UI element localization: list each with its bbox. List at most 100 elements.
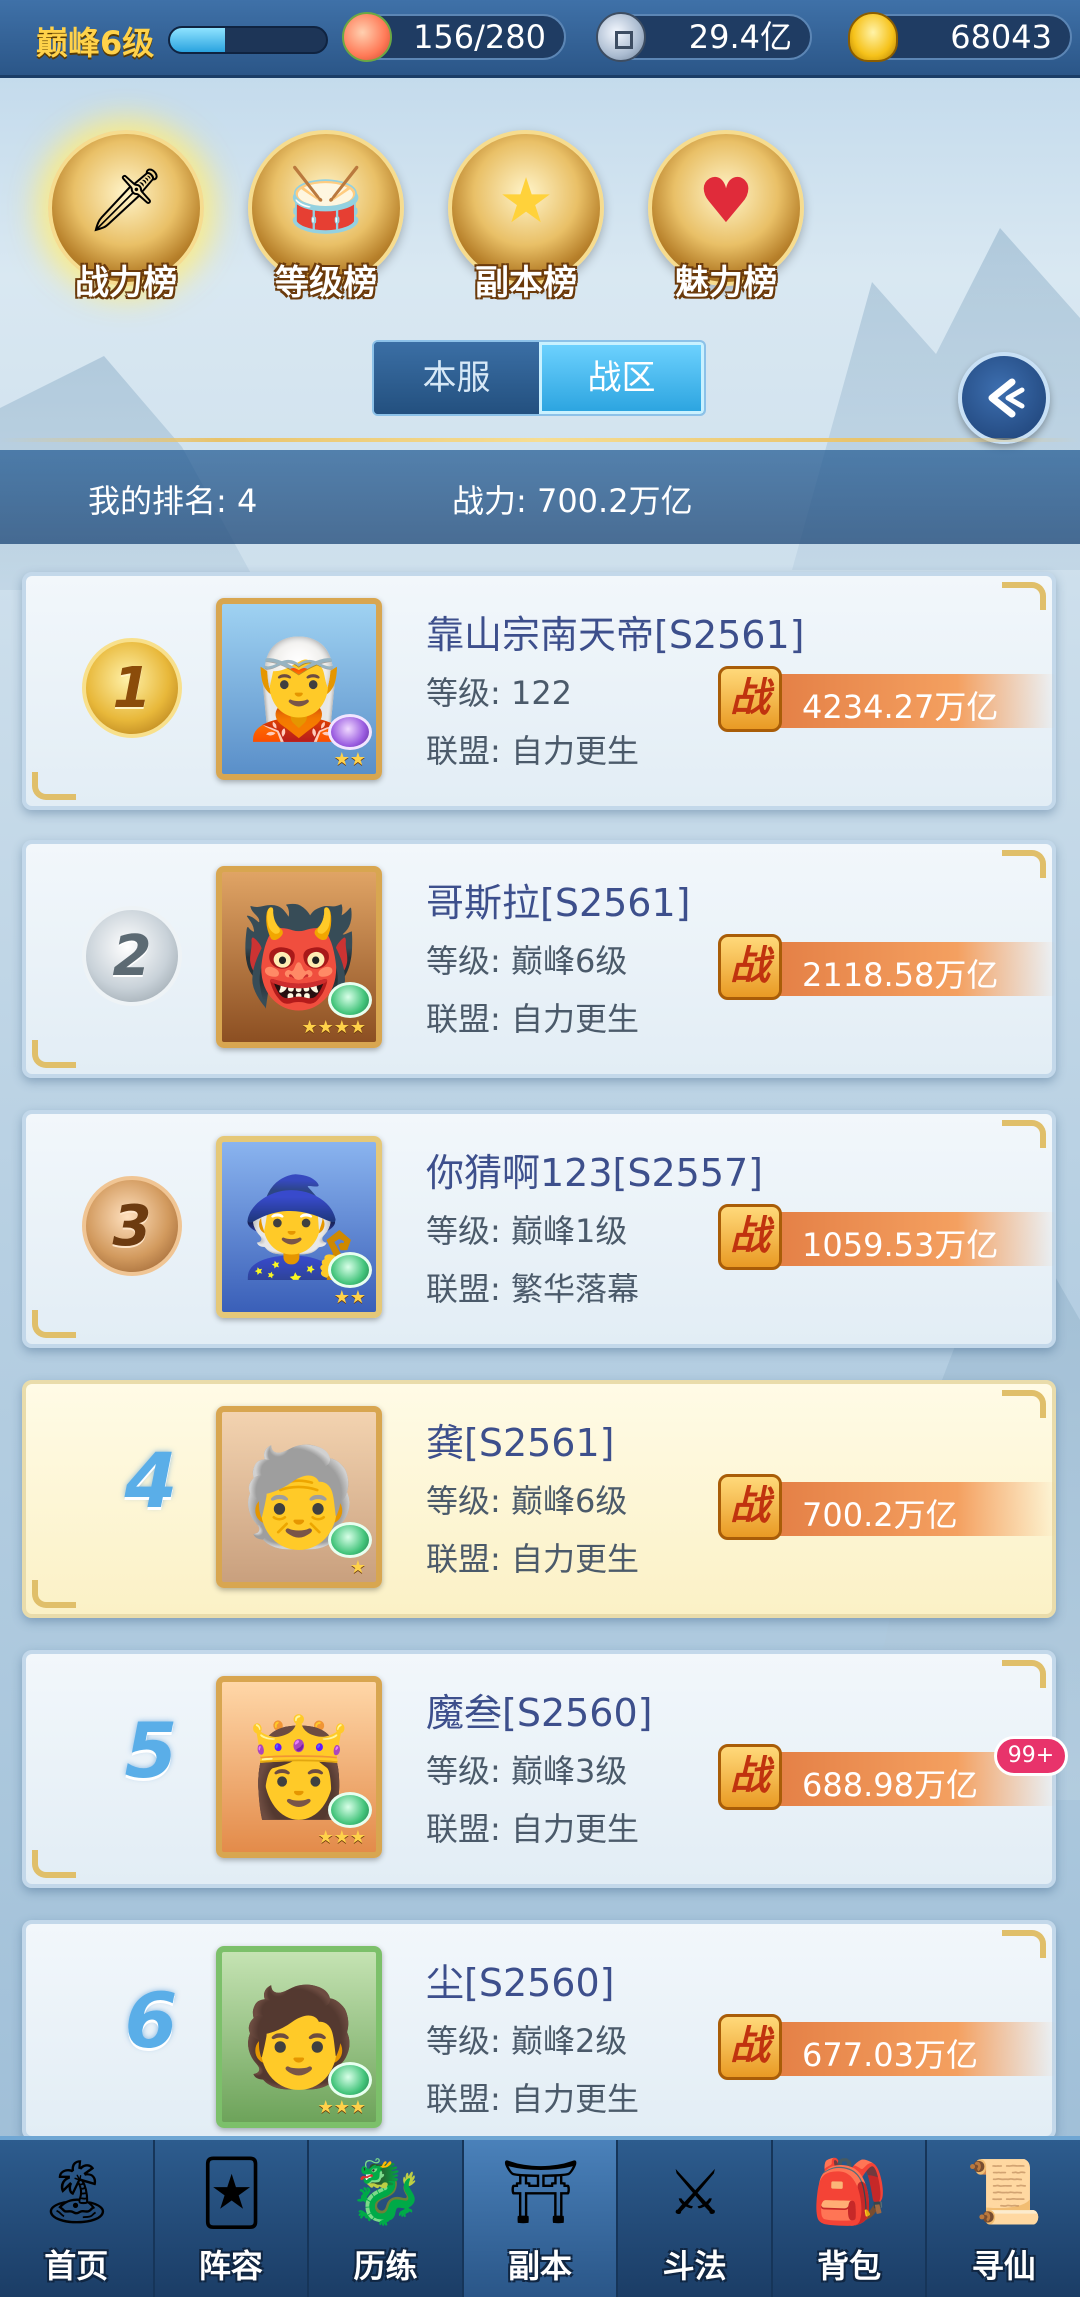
card-corner-ornament [1002,1120,1046,1148]
power-badge: 战 677.03万亿 [718,2014,1056,2080]
nav-label: 首页 [44,2247,109,2285]
server-scope-toggle: 本服 战区 [372,340,706,416]
power-badge: 战 700.2万亿 [718,1474,1056,1540]
nav-label: 斗法 [662,2247,727,2285]
sword-icon: 🗡 [86,163,166,236]
tab-label: 魅力榜 [675,263,777,303]
heart-icon: ♥ [698,163,754,237]
silver-resource[interactable]: 29.4亿 [596,12,812,62]
rank-gem-icon [328,1792,372,1828]
tab-charm-ranking[interactable]: ♥ 魅力榜 [636,130,816,310]
back-arrow-icon [988,378,1025,418]
crossed-swords-icon: ⚔ [667,2155,724,2229]
avatar[interactable]: 🧓 ★ [216,1406,382,1588]
peach-icon [342,12,392,62]
avatar[interactable]: 👹 ★★★★ [216,866,382,1048]
nav-training[interactable]: 🐉 历练 [309,2140,464,2297]
rank-gem-icon [328,982,372,1018]
avatar[interactable]: 🧑 ★★★ [216,1946,382,2128]
tab-label: 等级榜 [275,263,377,303]
tab-level-ranking[interactable]: 🥁 等级榜 [236,130,416,310]
rank-number: 5 [124,1706,178,1795]
player-name: 魔叁[S2560] [426,1691,653,1735]
card-corner-ornament [32,1310,76,1338]
nav-bag[interactable]: 🎒 背包 [773,2140,928,2297]
tab-power-ranking[interactable]: 🗡 战力榜 [36,130,216,310]
nav-lineup[interactable]: 🃏 阵容 [155,2140,310,2297]
power-value: 4234.27万亿 [802,688,999,726]
my-ranking-card[interactable]: 4 🧓 ★ 龚[S2561] 等级: 巅峰6级 联盟: 自力更生 战 700.2… [22,1380,1056,1618]
card-corner-ornament [32,1580,76,1608]
player-level: 等级: 122 [426,674,573,712]
star-rating: ★ [349,1557,366,1578]
dragon-icon: 🐉 [347,2155,425,2228]
star-rating: ★★ [333,749,366,770]
battle-icon: 战 [718,666,782,732]
player-alliance: 联盟: 自力更生 [426,1540,639,1578]
avatar[interactable]: 👸 ★★★ [216,1676,382,1858]
star-rating: ★★★ [317,2097,366,2118]
nav-home[interactable]: 🏝 首页 [0,2140,155,2297]
battle-icon: 战 [718,934,782,1000]
my-rank-text: 我的排名: 4 [88,482,258,520]
battle-icon: 战 [718,2014,782,2080]
cards-icon: 🃏 [199,2155,264,2229]
avatar[interactable]: 🧙 ★★ [216,1136,382,1318]
card-corner-ornament [1002,1390,1046,1418]
tab-dungeon-ranking[interactable]: ★ 副本榜 [436,130,616,310]
power-badge: 战 1059.53万亿 [718,1204,1056,1270]
rank-number: 6 [124,1976,178,2065]
notification-badge[interactable]: 99+ [994,1736,1068,1776]
rank-number: 4 [124,1436,178,1525]
player-level: 等级: 巅峰6级 [426,942,628,980]
stamina-resource[interactable]: 156/280 [342,12,566,62]
ranking-card[interactable]: 5 👸 ★★★ 魔叁[S2560] 等级: 巅峰3级 联盟: 自力更生 战 68… [22,1650,1056,1888]
power-value: 700.2万亿 [802,1496,958,1534]
player-name: 哥斯拉[S2561] [426,881,691,925]
ranking-card[interactable]: 3 🧙 ★★ 你猜啊123[S2557] 等级: 巅峰1级 联盟: 繁华落幕 战… [22,1110,1056,1348]
tab-label: 副本榜 [475,263,577,303]
player-alliance: 联盟: 自力更生 [426,732,639,770]
gold-ingot-icon [848,12,898,62]
nav-duel[interactable]: ⚔ 斗法 [618,2140,773,2297]
power-badge: 战 2118.58万亿 [718,934,1056,1000]
card-corner-ornament [1002,582,1046,610]
nav-seek-immortal[interactable]: 📜 寻仙 [927,2140,1080,2297]
nav-label: 副本 [508,2247,573,2285]
island-icon: 🏝 [37,2155,117,2228]
rank-gem-icon [328,714,372,750]
player-name: 龚[S2561] [426,1421,615,1465]
avatar[interactable]: 🧝 ★★ [216,598,382,780]
nav-label: 背包 [817,2247,882,2285]
ranking-card[interactable]: 1 🧝 ★★ 靠山宗南天帝[S2561] 等级: 122 联盟: 自力更生 战 … [22,572,1056,810]
battle-icon: 战 [718,1474,782,1540]
card-corner-ornament [1002,1930,1046,1958]
player-alliance: 联盟: 自力更生 [426,1810,639,1848]
player-level: 等级: 巅峰6级 [426,1482,628,1520]
card-corner-ornament [1002,1660,1046,1688]
star-rating: ★★ [333,1287,366,1308]
nav-dungeon[interactable]: ⛩ 副本 [463,2140,619,2297]
war-zone-button[interactable]: 战区 [539,342,704,414]
rank-3-medal-icon: 3 [82,1176,182,1276]
ranking-card[interactable]: 2 👹 ★★★★ 哥斯拉[S2561] 等级: 巅峰6级 联盟: 自力更生 战 … [22,840,1056,1078]
player-alliance: 联盟: 自力更生 [426,2080,639,2118]
coin-icon [596,12,646,62]
local-server-button[interactable]: 本服 [374,342,539,414]
nav-label: 寻仙 [971,2247,1036,2285]
ranking-card[interactable]: 6 🧑 ★★★ 尘[S2560] 等级: 巅峰2级 联盟: 自力更生 战 677… [22,1920,1056,2140]
rank-gem-icon [328,1522,372,1558]
card-corner-ornament [32,772,76,800]
back-button[interactable] [958,352,1050,444]
stars-icon: ★ [498,163,554,237]
rank-gem-icon [328,1252,372,1288]
player-level: 等级: 巅峰1级 [426,1212,628,1250]
player-name: 靠山宗南天帝[S2561] [426,613,805,657]
player-level: 等级: 巅峰3级 [426,1752,628,1790]
player-name: 你猜啊123[S2557] [426,1151,764,1195]
gold-resource[interactable]: 68043 [848,12,1072,62]
star-rating: ★★★★ [301,1017,366,1038]
gate-icon: ⛩ [501,2155,581,2228]
tab-label: 战力榜 [75,263,177,303]
bottom-navigation: 🏝 首页 🃏 阵容 🐉 历练 ⛩ 副本 ⚔ 斗法 🎒 背包 📜 寻仙 [0,2136,1080,2297]
